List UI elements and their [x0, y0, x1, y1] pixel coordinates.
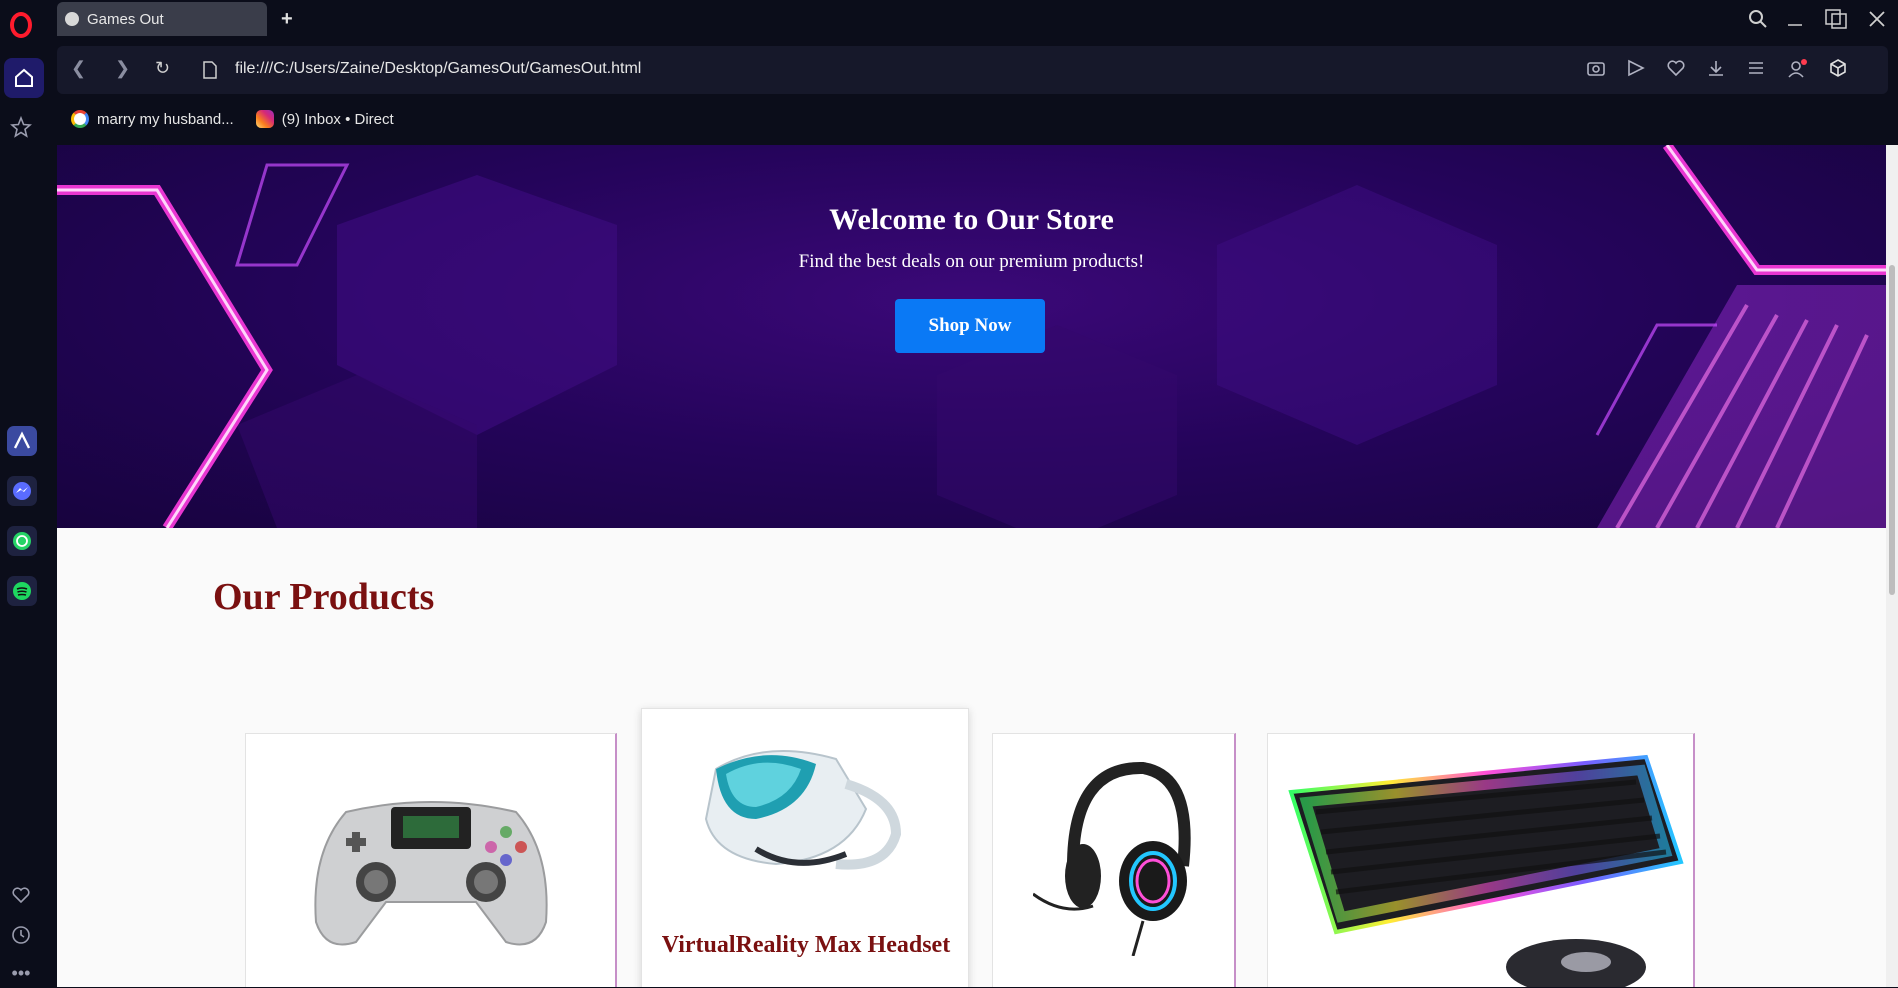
- clock-icon: [12, 926, 30, 944]
- product-card-vr-headset[interactable]: VirtualReality Max Headset: [641, 708, 969, 987]
- search-icon[interactable]: [1748, 9, 1768, 29]
- scrollbar-thumb[interactable]: [1889, 265, 1895, 595]
- browser-sidebar: •••: [0, 0, 57, 987]
- bookmark-label: (9) Inbox • Direct: [281, 110, 394, 128]
- spotify-icon[interactable]: [7, 576, 37, 606]
- game-controller-image: [314, 801, 548, 946]
- bookmark-label: marry my husband...: [97, 110, 234, 128]
- globe-icon: [65, 12, 79, 26]
- tab-title: Games Out: [87, 10, 164, 28]
- window-controls: [1748, 0, 1898, 38]
- favorites-button[interactable]: [6, 880, 36, 910]
- rgb-keyboard-image: [1288, 754, 1684, 987]
- bookmarks-bar: marry my husband... (9) Inbox • Direct: [57, 101, 394, 137]
- restore-icon[interactable]: [1822, 8, 1850, 30]
- bookmark-instagram-inbox[interactable]: (9) Inbox • Direct: [255, 110, 394, 128]
- hero-banner: Welcome to Our Store Find the best deals…: [57, 145, 1886, 528]
- url-field[interactable]: file:///C:/Users/Zaine/Desktop/GamesOut/…: [235, 60, 641, 78]
- close-icon[interactable]: [1868, 10, 1886, 28]
- aria-icon[interactable]: [7, 426, 37, 456]
- page-scrollbar[interactable]: [1886, 145, 1898, 987]
- whatsapp-icon[interactable]: [7, 526, 37, 556]
- home-button[interactable]: [4, 58, 44, 98]
- heart-icon: [12, 887, 30, 904]
- product-card-rgb-keyboard[interactable]: [1267, 733, 1695, 987]
- google-icon: [71, 110, 89, 128]
- hero-subtitle: Find the best deals on our premium produ…: [798, 251, 1145, 272]
- hero-title: Welcome to Our Store: [829, 203, 1114, 236]
- product-title: VirtualReality Max Headset: [661, 932, 951, 958]
- home-icon: [15, 68, 33, 87]
- product-card-gaming-headset[interactable]: [992, 733, 1236, 987]
- easy-setup-icon[interactable]: [1746, 58, 1766, 78]
- star-outline-icon: [10, 116, 32, 138]
- extensions-cube-icon[interactable]: [1828, 58, 1848, 78]
- toolbar-icons: [1586, 58, 1848, 80]
- products-heading: Our Products: [213, 576, 435, 618]
- page-viewport: Welcome to Our Store Find the best deals…: [57, 145, 1886, 987]
- instagram-icon: [255, 110, 274, 128]
- back-arrow-icon[interactable]: ❮: [71, 58, 86, 79]
- forward-arrow-icon[interactable]: ❯: [115, 58, 130, 79]
- messenger-icon[interactable]: [7, 476, 37, 506]
- reload-icon[interactable]: ↻: [155, 58, 170, 79]
- heart-outline-icon[interactable]: [1666, 58, 1686, 78]
- download-icon[interactable]: [1706, 58, 1726, 78]
- bookmark-marry-my-husband[interactable]: marry my husband...: [71, 110, 234, 128]
- camera-icon[interactable]: [1586, 58, 1606, 78]
- new-tab-plus-icon[interactable]: +: [281, 8, 293, 31]
- history-button[interactable]: [6, 920, 36, 950]
- address-bar: ❮ ❯ ↻ file:///C:/Users/Zaine/Desktop/Gam…: [57, 46, 1888, 94]
- shop-now-button[interactable]: Shop Now: [895, 299, 1045, 353]
- vr-headset-image: [704, 750, 902, 870]
- product-card-controller[interactable]: [245, 733, 617, 987]
- minimize-icon[interactable]: [1786, 10, 1804, 28]
- gaming-headset-image: [1033, 761, 1191, 956]
- tab-strip: Games Out +: [57, 0, 1898, 38]
- opera-logo-icon[interactable]: [10, 12, 32, 38]
- tab-games-out[interactable]: Games Out: [57, 2, 267, 36]
- account-icon[interactable]: [1786, 58, 1808, 80]
- file-icon: [203, 61, 217, 79]
- send-icon[interactable]: [1626, 58, 1646, 78]
- pinboard-button[interactable]: [6, 112, 36, 142]
- more-icon[interactable]: •••: [6, 958, 36, 988]
